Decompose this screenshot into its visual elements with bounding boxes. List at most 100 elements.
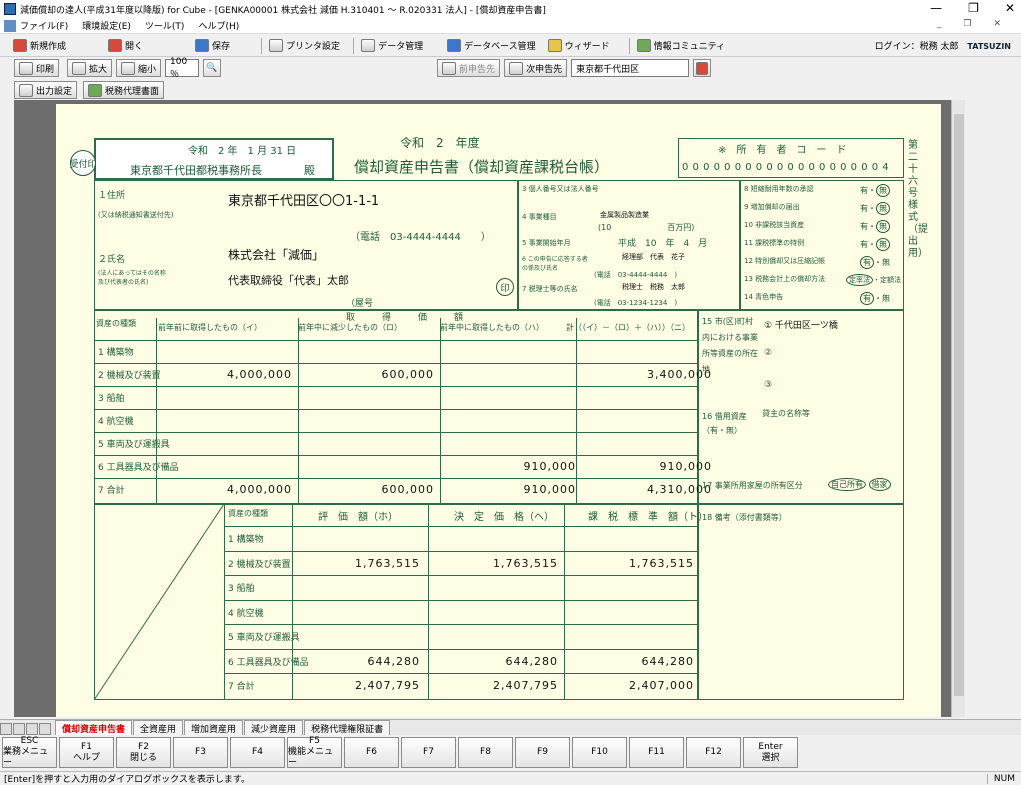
value-cell-g[interactable]: 644,280 — [570, 655, 694, 668]
f6-key-button[interactable]: F6 — [344, 737, 399, 768]
q13-answer[interactable]: 定率法 ・定額法 — [846, 274, 901, 286]
table-row[interactable] — [224, 648, 698, 650]
table-row[interactable] — [224, 624, 698, 625]
depreciation-form[interactable]: 令和 2 年 1 月 31 日 東京都千代田都税事務所長 殿 受付印 令和 2 … — [56, 104, 941, 717]
amount-cell-b[interactable]: 600,000 — [302, 368, 434, 381]
value-cell-f[interactable]: 2,407,795 — [434, 679, 558, 692]
representative-name[interactable]: 代表取締役「代表」太郎 — [228, 272, 349, 288]
f2-key-button[interactable]: F2 閉じる — [116, 737, 171, 768]
minimize-icon[interactable]: — — [930, 1, 942, 15]
maximize-icon[interactable]: ❐ — [968, 1, 979, 15]
tax-accountant-value[interactable]: 税理士 税務 太郎 — [622, 282, 685, 292]
value-cell-e[interactable]: 1,763,515 — [296, 557, 420, 570]
scroll-thumb[interactable] — [954, 114, 964, 696]
zoom-out-button[interactable]: 縮小 — [116, 59, 162, 77]
data-manage-button[interactable]: データ管理 — [358, 37, 426, 55]
menu-tools[interactable]: ツール(T) — [145, 19, 185, 32]
start-date-value[interactable]: 平成 10 年 4 月 — [618, 236, 707, 249]
amount-cell-d[interactable]: 3,400,000 — [580, 368, 712, 381]
menu-help[interactable]: ヘルプ(H) — [198, 19, 239, 32]
f8-key-button[interactable]: F8 — [458, 737, 513, 768]
f12-key-button[interactable]: F12 — [686, 737, 741, 768]
printer-settings-button[interactable]: プリンタ設定 — [266, 37, 343, 55]
wizard-button[interactable]: ウィザード — [545, 37, 613, 55]
amount-cell-c[interactable]: 910,000 — [444, 483, 576, 496]
building-ownership-answer[interactable]: 自己所有 借家 — [828, 478, 891, 491]
table-row[interactable] — [224, 550, 698, 552]
value-cell-g[interactable]: 2,407,000 — [570, 679, 694, 692]
table-row[interactable] — [94, 340, 698, 363]
q14-answer[interactable]: 有・無 — [860, 292, 890, 305]
database-button[interactable]: データベース管理 — [444, 37, 539, 55]
location-3[interactable]: ③ — [764, 380, 772, 390]
next-destination-button[interactable]: 次申告先 — [504, 59, 568, 77]
tab-reduced-assets[interactable]: 減少資産用 — [244, 720, 304, 735]
q9-answer[interactable]: 有・無 — [860, 202, 890, 215]
destination-select-button[interactable] — [693, 59, 712, 77]
amount-cell-d[interactable]: 910,000 — [580, 460, 712, 473]
contact-value[interactable]: 経理部 代表 花子 — [622, 252, 685, 262]
table-row[interactable] — [224, 673, 698, 674]
tab-depreciation-return[interactable]: 償却資産申告書 — [55, 720, 133, 735]
f4-key-button[interactable]: F4 — [230, 737, 285, 768]
mdi-close-icon[interactable]: ✕ — [993, 19, 1001, 29]
table-row[interactable] — [94, 409, 698, 432]
save-button[interactable]: 保存 — [192, 37, 233, 55]
print-button[interactable]: 印刷 — [14, 59, 60, 77]
community-button[interactable]: 情報コミュニティ — [634, 37, 728, 55]
f5-key-button[interactable]: F5 機能メニュー — [287, 736, 342, 768]
menu-file[interactable]: ファイル(F) — [20, 19, 68, 32]
value-cell-f[interactable]: 644,280 — [434, 655, 558, 668]
tab-all-assets[interactable]: 全資産用 — [133, 720, 184, 735]
value-cell-f[interactable]: 1,763,515 — [434, 557, 558, 570]
tab-added-assets[interactable]: 増加資産用 — [184, 720, 244, 735]
q12-answer[interactable]: 有・無 — [860, 256, 890, 269]
table-row[interactable] — [94, 432, 698, 455]
vertical-scrollbar[interactable] — [951, 100, 965, 717]
business-type-value[interactable]: 金属製品製造業 — [600, 210, 649, 220]
esc-key-button[interactable]: ESC 業務メニュー — [2, 736, 57, 768]
f1-key-button[interactable]: F1 ヘルプ — [59, 737, 114, 768]
tax-agent-doc-button[interactable]: 税務代理書面 — [83, 81, 165, 99]
f11-key-button[interactable]: F11 — [629, 737, 684, 768]
amount-cell-c[interactable]: 910,000 — [444, 460, 576, 473]
table-row[interactable] — [224, 575, 698, 576]
mdi-restore-icon[interactable]: ❐ — [963, 19, 971, 29]
table-row[interactable] — [94, 386, 698, 409]
amount-cell-b[interactable]: 600,000 — [302, 483, 434, 496]
address-value[interactable]: 東京都千代田区〇〇1-1-1 — [228, 190, 379, 209]
amount-cell-a[interactable]: 4,000,000 — [160, 368, 292, 381]
amount-cell-a[interactable]: 4,000,000 — [160, 483, 292, 496]
last-sheet-icon[interactable] — [39, 723, 51, 735]
company-name[interactable]: 株式会社「減価」 — [228, 246, 324, 263]
q11-answer[interactable]: 有・無 — [860, 238, 890, 251]
enter-key-button[interactable]: Enter 選択 — [743, 737, 798, 768]
f7-key-button[interactable]: F7 — [401, 737, 456, 768]
location-1[interactable]: ① 千代田区一ツ橋 — [764, 318, 838, 331]
q8-answer[interactable]: 有・無 — [860, 184, 890, 197]
prev-destination-button[interactable]: 前申告先 — [437, 59, 501, 77]
table-row[interactable] — [224, 526, 698, 527]
f10-key-button[interactable]: F10 — [572, 737, 627, 768]
menu-settings[interactable]: 環境設定(E) — [82, 19, 131, 32]
new-button[interactable]: 新規作成 — [10, 37, 69, 55]
value-cell-e[interactable]: 2,407,795 — [296, 679, 420, 692]
tab-agency-certificate[interactable]: 税務代理権限証書 — [304, 720, 391, 735]
f3-key-button[interactable]: F3 — [173, 737, 228, 768]
q10-answer[interactable]: 有・無 — [860, 220, 890, 233]
close-icon[interactable]: ✕ — [1005, 1, 1015, 15]
first-sheet-icon[interactable] — [0, 723, 12, 735]
location-2[interactable]: ② — [764, 348, 772, 358]
f9-key-button[interactable]: F9 — [515, 737, 570, 768]
value-cell-e[interactable]: 644,280 — [296, 655, 420, 668]
amount-cell-d[interactable]: 4,310,000 — [580, 483, 712, 496]
value-cell-g[interactable]: 1,763,515 — [570, 557, 694, 570]
zoom-value-field[interactable]: 100 ％ — [165, 57, 200, 80]
mdi-minimize-icon[interactable]: _ — [937, 19, 942, 29]
table-row[interactable] — [224, 599, 698, 601]
destination-field[interactable]: 東京都千代田区 — [571, 59, 690, 77]
output-settings-button[interactable]: 出力設定 — [14, 81, 78, 99]
zoom-apply-button[interactable]: 🔍 — [203, 59, 222, 77]
zoom-in-button[interactable]: 拡大 — [67, 59, 113, 77]
next-sheet-icon[interactable] — [26, 723, 38, 735]
